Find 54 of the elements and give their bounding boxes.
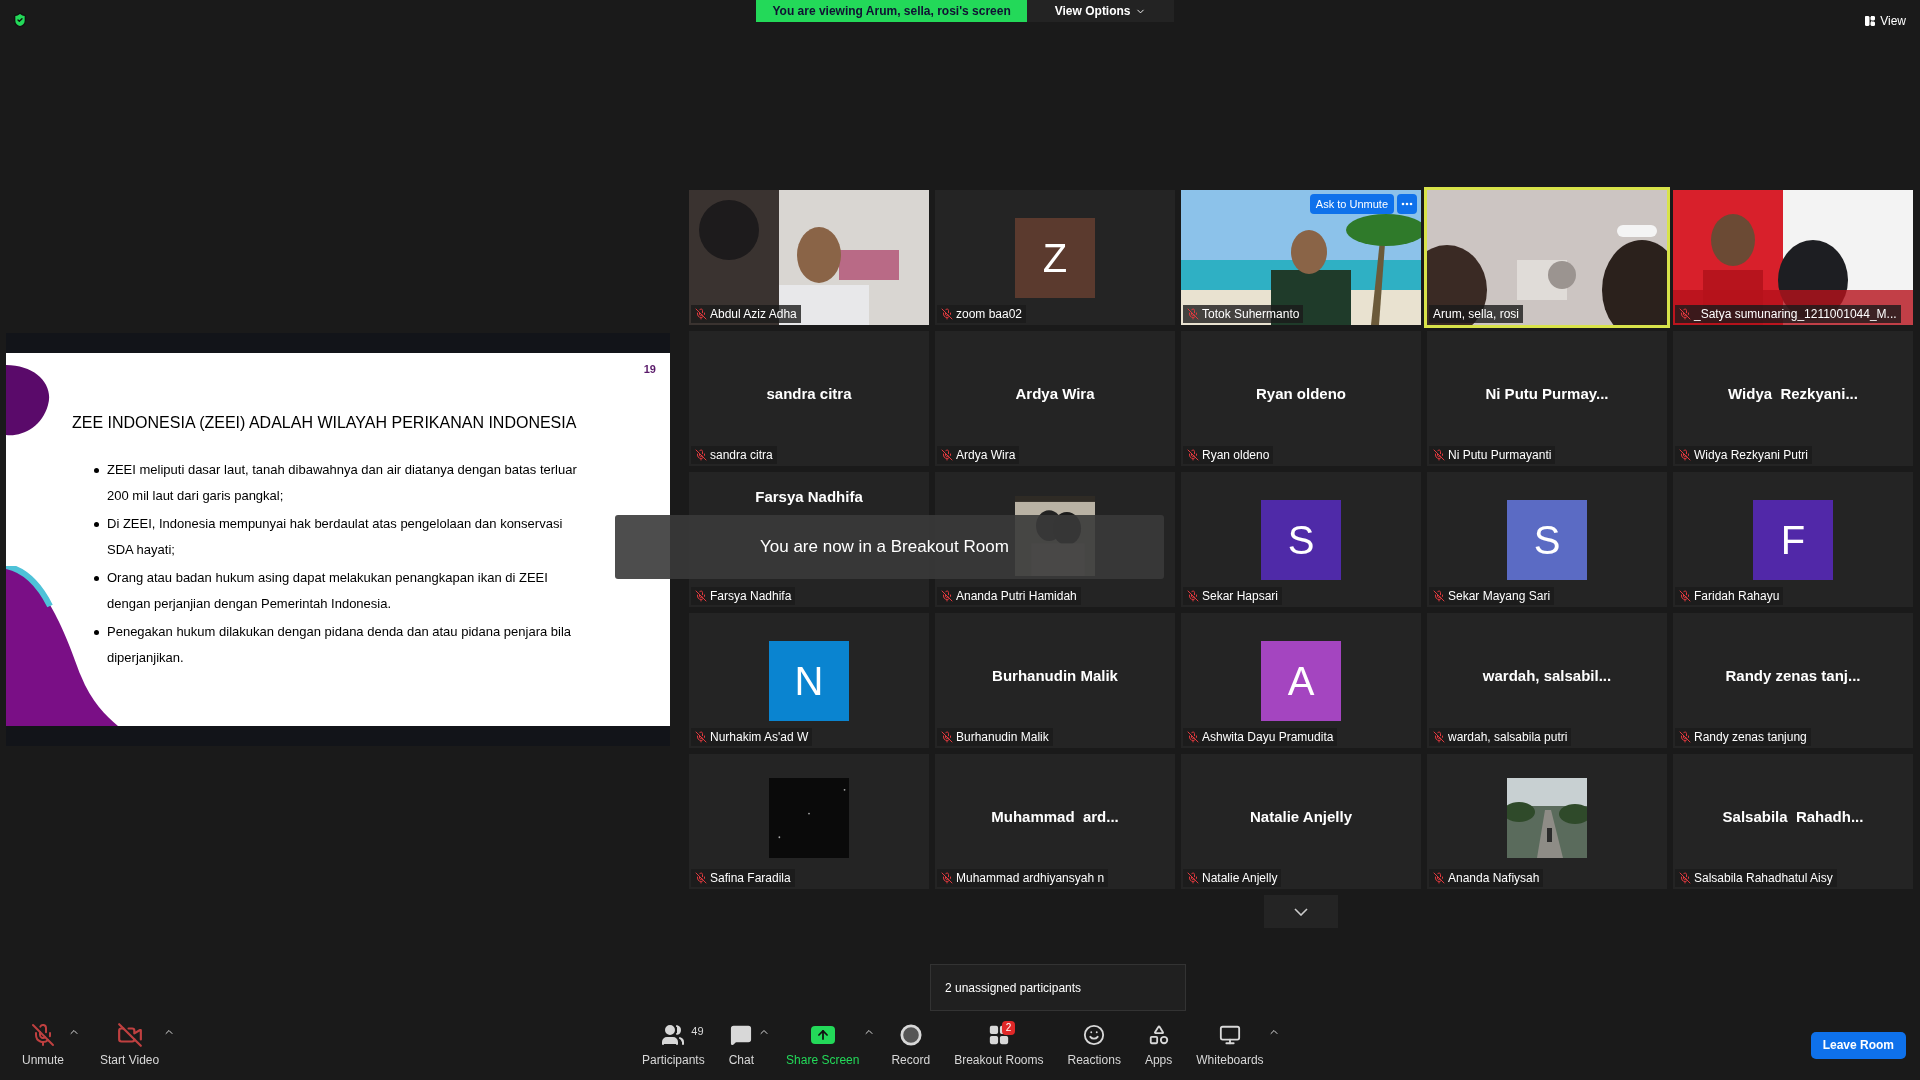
participant-label: zoom baa02 [956,306,1023,323]
participant-name: Ni Putu Purmay... [1485,384,1609,405]
avatar: A [1261,640,1341,721]
participant-label: Ardya Wira [956,447,1016,464]
participant-label: sandra citra [710,447,773,464]
participant-label: Arum, sella, rosi [1433,306,1520,323]
participant-label: Faridah Rahayu [1694,588,1780,605]
participant-name: Muhammad ard... [991,807,1119,828]
participant-label: Ashwita Dayu Pramudita [1202,729,1334,746]
participant-name: Widya Rezkyani... [1728,384,1858,405]
participant-name: Ardya Wira [1015,384,1095,405]
avatar: Z [1015,217,1095,298]
avatar: F [1753,499,1833,580]
participant-label: Totok Suhermanto [1202,306,1300,323]
participant-label: Widya Rezkyani Putri [1694,447,1809,464]
slide-number: 19 [643,362,656,377]
participant-label: Abdul Aziz Adha [710,306,797,323]
participant-label: Muhammad ardhiyansyah n [956,870,1105,887]
participant-label: Sekar Hapsari [1202,588,1279,605]
participant-label: Ryan oldeno [1202,447,1270,464]
slide-title: ZEE INDONESIA (ZEEI) ADALAH WILAYAH PERIKANAN INDONESIA [72,413,578,433]
avatar: S [1261,499,1341,580]
participant-name: wardah, salsabil... [1482,666,1612,687]
avatar: N [769,640,849,721]
participant-name: sandra citra [766,384,852,405]
participant-name: Natalie Anjelly [1250,807,1352,828]
avatar: S [1507,499,1587,580]
participant-label: _Satya sumunaring_1211001044_M... [1694,306,1897,323]
participant-name: Randy zenas tanj... [1725,666,1861,687]
bullet-text: ZEEI meliputi dasar laut, tanah dibawahnya dan air diatanya dengan batas terluar 200 mil laut dari garis pangkal; [107,461,578,505]
participant-label: Randy zenas tanjung [1694,729,1807,746]
breakout-toast: You are now in a Breakout Room [615,515,1164,579]
participant-label: Ananda Nafiysah [1448,870,1540,887]
participant-label: Safina Faradila [710,870,791,887]
bullet-text: Di ZEEI, Indonesia mempunyai hak berdaulat atas pengelolaan dan konservasi SDA hayati; [107,515,564,559]
participant-label: Sekar Mayang Sari [1448,588,1551,605]
participant-label: Nurhakim As'ad W [710,729,809,746]
participant-count: 49 [691,1024,704,1039]
participant-name: Burhanudin Malik [992,666,1118,687]
participant-label: Salsabila Rahadhatul Aisy [1694,870,1833,887]
participant-label: Ananda Putri Hamidah [956,588,1077,605]
participant-name: Farsya Nadhifa [755,487,863,507]
participant-label: wardah, salsabila putri [1448,729,1568,746]
participant-label: Burhanudin Malik [956,729,1049,746]
participant-name: Salsabila Rahadh... [1722,807,1864,828]
unassigned-tooltip: 2 unassigned participants [930,964,1186,1011]
participant-label: Farsya Nadhifa [710,588,792,605]
sharing-banner: You are viewing Arum, sella, rosi's screen [756,0,1027,22]
notification-badge: 2 [1001,1021,1016,1035]
participant-name: Ryan oldeno [1256,384,1346,405]
participant-label: Ni Putu Purmayanti [1448,447,1552,464]
participant-label: Natalie Anjelly [1202,870,1278,887]
bullet-text: Orang atau badan hukum asing dapat melakukan penangkapan ikan di ZEEI dengan perjanjian dengan Pemerintah Indonesia. [107,569,549,613]
bullet-text: Penegakan hukum dilakukan dengan pidana denda dan atau pidana penjara bila diperjanjikan. [107,623,573,667]
